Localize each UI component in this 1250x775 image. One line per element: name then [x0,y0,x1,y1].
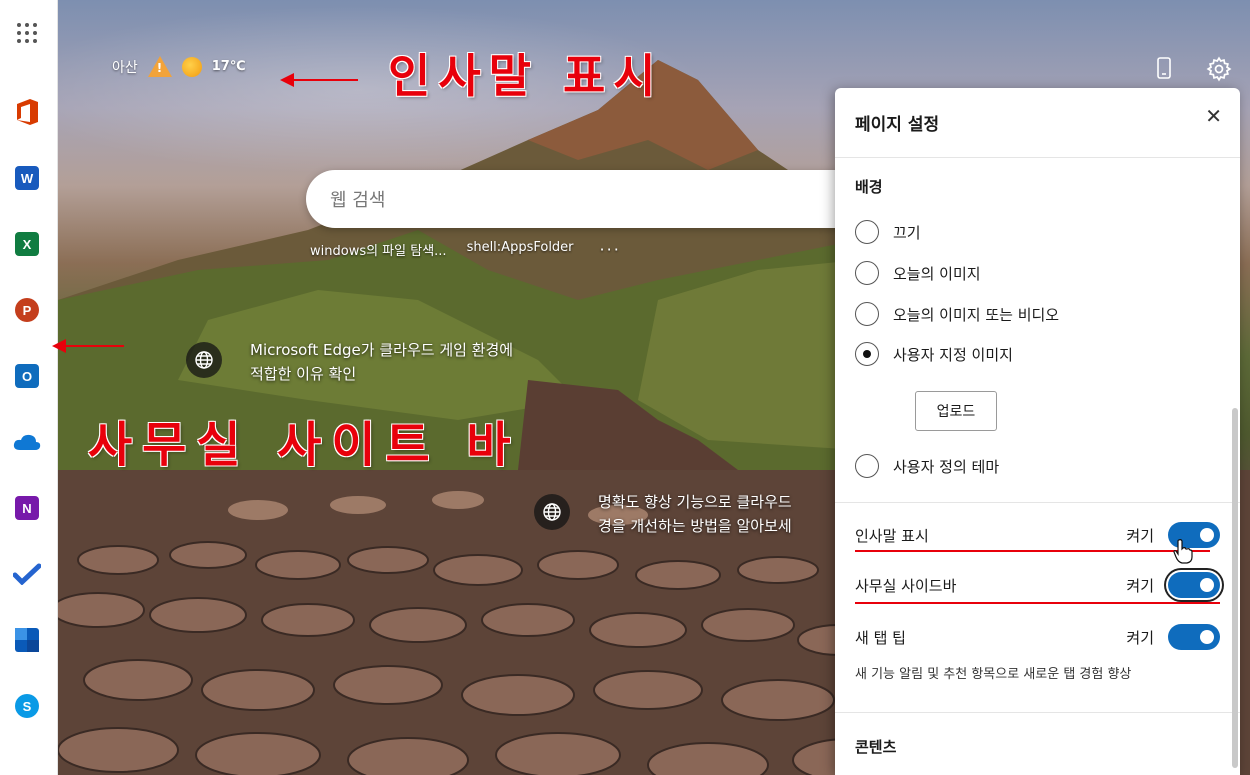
radio-button[interactable] [855,454,879,478]
radio-button[interactable] [855,220,879,244]
web-search-input[interactable]: 웹 검색 [306,170,866,228]
onenote-app-icon[interactable]: N [11,492,43,524]
weather-location: 아산 [112,59,138,76]
powerpoint-app-icon[interactable]: P [11,294,43,326]
close-icon[interactable]: ✕ [1205,104,1222,128]
quicklink-item[interactable]: windows의 파일 탐색... [310,240,447,259]
quick-links: windows의 파일 탐색... shell:AppsFolder ··· [310,240,621,259]
info-card-line: 명확도 향상 기능으로 클라우드 [598,493,792,511]
quicklink-item[interactable]: shell:AppsFolder [467,240,574,259]
radio-button-selected[interactable] [855,342,879,366]
more-quicklinks-button[interactable]: ··· [600,240,621,259]
outlook-app-icon[interactable]: O [11,360,43,392]
radio-label: 오늘의 이미지 [893,264,981,283]
page-settings-panel: 페이지 설정 ✕ 배경 끄기 오늘의 이미지 오늘의 이미지 또는 비디오 사용… [835,88,1240,775]
content-section-title: 콘텐츠 [855,738,897,756]
office-sidebar-toggle-row[interactable]: 사무실 사이드바 켜기 [855,570,1220,600]
background-option-daily-image-or-video[interactable]: 오늘의 이미지 또는 비디오 [855,302,1059,326]
info-card[interactable]: 명확도 향상 기능으로 클라우드 경을 개선하는 방법을 알아보세 [534,490,792,538]
info-card-line: 경을 개선하는 방법을 알아보세 [598,517,792,535]
globe-icon [186,342,222,378]
new-tab-tips-toggle-row[interactable]: 새 탭 팁 켜기 [855,622,1220,652]
annotation-arrow-sidebar [52,339,124,353]
mobile-phone-icon[interactable] [1152,56,1176,80]
radio-label: 사용자 지정 이미지 [893,345,1013,364]
annotation-underline [855,550,1210,552]
background-section-title: 배경 [855,178,883,196]
info-card-line: Microsoft Edge가 클라우드 게임 환경에 [250,341,514,359]
excel-app-icon[interactable]: X [11,228,43,260]
info-card[interactable]: Microsoft Edge가 클라우드 게임 환경에 적합한 이유 확인 [186,338,513,386]
word-app-icon[interactable]: W [11,162,43,194]
skype-app-icon[interactable]: S [11,690,43,722]
radio-label: 오늘의 이미지 또는 비디오 [893,305,1060,324]
annotation-underline [855,602,1220,604]
background-option-custom-image[interactable]: 사용자 지정 이미지 [855,342,1013,366]
office-sidebar-toggle-switch[interactable] [1168,572,1220,598]
info-card-line: 적합한 이유 확인 [250,365,357,383]
toggle-label: 인사말 표시 [855,526,929,545]
tips-description: 새 기능 알림 및 추천 항목으로 새로운 탭 경험 향상 [855,667,1132,682]
weather-greeting[interactable]: 아산 ! 17℃ [112,56,246,77]
radio-button[interactable] [855,261,879,285]
radio-label: 사용자 정의 테마 [893,457,1000,476]
background-option-off[interactable]: 끄기 [855,220,921,244]
toggle-label: 새 탭 팁 [855,628,906,647]
toggle-state: 켜기 [1126,526,1154,545]
background-option-custom-theme[interactable]: 사용자 정의 테마 [855,454,999,478]
radio-label: 끄기 [893,223,921,242]
sunny-weather-icon [181,56,202,77]
new-tab-tips-toggle-switch[interactable] [1168,624,1220,650]
hand-cursor-icon [1172,538,1194,568]
panel-title: 페이지 설정 [835,88,1240,158]
todo-app-icon[interactable] [11,558,43,590]
toggle-state: 켜기 [1126,576,1154,595]
app-launcher-icon[interactable] [17,23,37,43]
toggle-state: 켜기 [1126,628,1154,647]
globe-icon [534,494,570,530]
onedrive-app-icon[interactable] [11,426,43,458]
greeting-toggle-row[interactable]: 인사말 표시 켜기 [855,520,1220,550]
upload-button[interactable]: 업로드 [915,391,997,431]
panel-scrollbar[interactable] [1232,408,1238,768]
settings-gear-icon[interactable] [1206,56,1232,82]
annotation-office-sidebar: 사무실 사이트 바 [88,417,521,473]
office-app-icon[interactable] [11,96,43,128]
annotation-greeting: 인사말 표시 [388,49,664,103]
office-sidebar: W X P O N S [0,0,58,775]
divider [835,712,1240,713]
weather-alert-icon[interactable]: ! [147,56,172,77]
annotation-arrow-greeting [280,73,358,87]
radio-button[interactable] [855,302,879,326]
microsoft-family-app-icon[interactable] [11,624,43,656]
weather-temperature: 17℃ [211,59,246,74]
toggle-label: 사무실 사이드바 [855,576,957,595]
divider [835,502,1240,503]
background-option-daily-image[interactable]: 오늘의 이미지 [855,261,981,285]
